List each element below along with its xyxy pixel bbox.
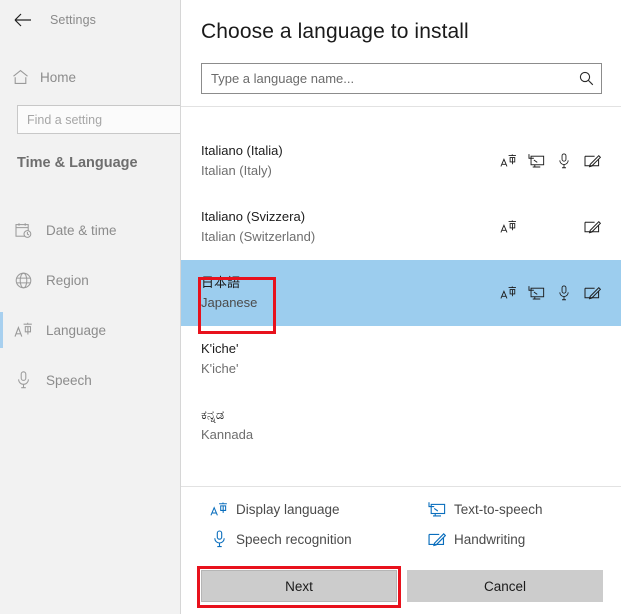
globe-icon — [0, 272, 46, 289]
language-feature-icons — [499, 283, 601, 303]
choose-language-dialog: Choose a language to install Type a lang… — [180, 0, 621, 614]
handwriting-icon — [424, 531, 450, 548]
settings-titlebar: Settings — [0, 0, 185, 40]
text-to-speech-icon — [527, 283, 545, 303]
list-item-clipped[interactable] — [181, 106, 621, 128]
legend-label: Handwriting — [454, 532, 525, 547]
display-language-icon — [499, 217, 517, 237]
handwriting-icon — [583, 151, 601, 171]
display-language-icon — [206, 501, 232, 518]
language-english-name: Italian (Switzerland) — [201, 230, 315, 245]
language-search-box[interactable]: Type a language name... — [201, 63, 602, 94]
sidebar-item-date-time[interactable]: Date & time — [0, 205, 185, 255]
language-native-name: Italiano (Italia) — [201, 144, 283, 159]
list-item-japanese[interactable]: 日本語 Japanese — [181, 260, 621, 326]
dialog-title: Choose a language to install — [201, 20, 621, 44]
legend-item-speech-recognition: Speech recognition — [181, 530, 399, 548]
text-to-speech-icon — [527, 151, 545, 171]
language-english-name: Japanese — [201, 296, 257, 311]
list-item-italiano-svizzera[interactable]: Italiano (Svizzera) Italian (Switzerland… — [181, 194, 621, 260]
legend-label: Speech recognition — [236, 532, 352, 547]
language-english-name: Italian (Italy) — [201, 164, 283, 179]
language-list-scroll: Italiano (Italia) Italian (Italy) — [181, 106, 621, 458]
cancel-button[interactable]: Cancel — [407, 570, 603, 602]
next-button[interactable]: Next — [201, 570, 397, 602]
sidebar-item-speech[interactable]: Speech — [0, 355, 185, 405]
language-names: Italiano (Italia) Italian (Italy) — [201, 144, 283, 179]
feature-legend: Display language Text-to-speech — [181, 487, 621, 558]
language-english-name: K'iche' — [201, 362, 238, 377]
language-search-input[interactable]: Type a language name... — [202, 71, 571, 86]
sidebar-item-label: Language — [46, 323, 106, 338]
microphone-icon — [206, 530, 232, 548]
handwriting-icon — [583, 283, 601, 303]
text-to-speech-icon — [424, 501, 450, 518]
language-native-name: 日本語 — [201, 276, 257, 291]
legend-item-display-language: Display language — [181, 501, 399, 518]
microphone-icon — [555, 151, 573, 171]
sidebar-item-home[interactable]: Home — [0, 60, 185, 94]
language-native-name: K'iche' — [201, 342, 238, 357]
sidebar-item-language[interactable]: Language — [0, 305, 185, 355]
microphone-icon — [0, 371, 46, 389]
sidebar-section-title: Time & Language — [17, 155, 138, 171]
sidebar-item-region[interactable]: Region — [0, 255, 185, 305]
language-native-name: Italiano (Svizzera) — [201, 210, 315, 225]
language-names: K'iche' K'iche' — [201, 342, 238, 377]
language-english-name: Kannada — [201, 428, 253, 443]
sidebar-item-label: Date & time — [46, 223, 117, 238]
sidebar-item-label: Region — [46, 273, 89, 288]
home-icon — [0, 69, 40, 85]
language-names: Italiano (Svizzera) Italian (Switzerland… — [201, 210, 315, 245]
settings-title-label: Settings — [50, 13, 96, 27]
list-item-italiano-italia[interactable]: Italiano (Italia) Italian (Italy) — [181, 128, 621, 194]
language-feature-icons — [499, 217, 601, 237]
back-arrow-icon[interactable] — [6, 5, 40, 35]
language-native-name: ಕನ್ನಡ — [201, 408, 253, 423]
language-list[interactable]: Italiano (Italia) Italian (Italy) — [181, 106, 621, 487]
list-top-divider — [181, 106, 621, 107]
handwriting-icon — [583, 217, 601, 237]
dialog-button-bar: Next Cancel — [181, 558, 621, 614]
legend-item-text-to-speech: Text-to-speech — [399, 501, 621, 518]
display-language-icon — [0, 322, 46, 339]
language-names: 日本語 Japanese — [201, 276, 257, 311]
language-feature-icons — [499, 151, 601, 171]
feature-icon-placeholder — [555, 217, 573, 237]
sidebar-item-home-label: Home — [40, 70, 76, 85]
legend-label: Display language — [236, 502, 340, 517]
sidebar-item-label: Speech — [46, 373, 92, 388]
microphone-icon — [555, 283, 573, 303]
language-names: ಕನ್ನಡ Kannada — [201, 408, 253, 443]
display-language-icon — [499, 151, 517, 171]
feature-icon-placeholder — [527, 217, 545, 237]
list-item-kiche[interactable]: K'iche' K'iche' — [181, 326, 621, 392]
selection-indicator — [0, 312, 3, 348]
display-language-icon — [499, 283, 517, 303]
sidebar-nav-list: Date & time Region — [0, 205, 185, 405]
screenshot-root: Settings Home Find a setting Time & Lang… — [0, 0, 621, 614]
legend-label: Text-to-speech — [454, 502, 543, 517]
list-item-kannada[interactable]: ಕನ್ನಡ Kannada — [181, 392, 621, 458]
search-icon[interactable] — [571, 71, 601, 86]
legend-item-handwriting: Handwriting — [399, 530, 621, 548]
calendar-clock-icon — [0, 222, 46, 239]
